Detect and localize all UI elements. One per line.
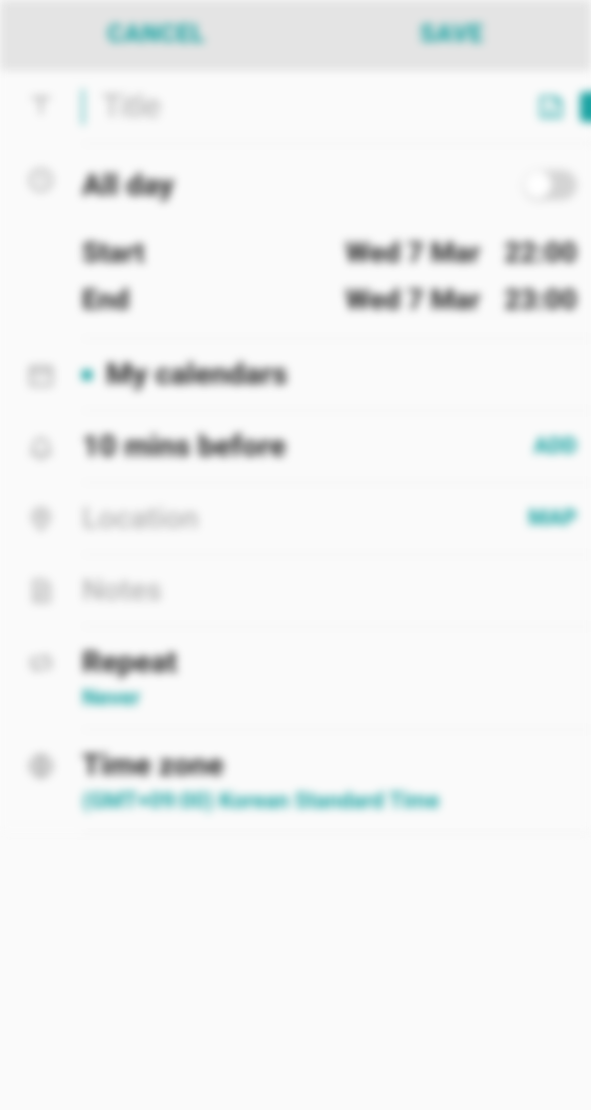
- allday-label: All day: [82, 168, 174, 203]
- add-reminder-button[interactable]: ADD: [534, 434, 577, 459]
- repeat-picker[interactable]: Repeat Never: [82, 627, 591, 730]
- color-swatch[interactable]: [580, 92, 591, 122]
- sticker-button[interactable]: [534, 90, 568, 124]
- timezone-label: Time zone: [82, 748, 224, 783]
- location-input[interactable]: Location: [82, 501, 198, 536]
- map-button[interactable]: MAP: [528, 506, 577, 531]
- calendar-picker[interactable]: My calendars: [82, 339, 591, 411]
- notes-input[interactable]: Notes: [82, 573, 162, 608]
- globe-icon: [27, 752, 55, 780]
- repeat-icon: [27, 649, 55, 677]
- start-date: Wed 7 Mar: [345, 236, 480, 269]
- timezone-value: (GMT+09:00) Korean Standard Time: [82, 789, 439, 814]
- calendar-color-dot: [82, 370, 92, 380]
- header-bar: CANCEL SAVE: [0, 0, 591, 70]
- cancel-button[interactable]: CANCEL: [107, 20, 205, 49]
- text-icon: [27, 92, 55, 120]
- end-date: Wed 7 Mar: [345, 283, 480, 316]
- allday-toggle[interactable]: [523, 170, 577, 200]
- calendar-name: My calendars: [106, 357, 287, 392]
- text-cursor: [82, 89, 84, 125]
- end-row[interactable]: End Wed 7 Mar 23:00: [82, 279, 577, 320]
- sticker-icon: [536, 92, 566, 122]
- repeat-label: Repeat: [82, 645, 177, 680]
- bell-icon: [27, 433, 55, 461]
- clock-icon: [27, 166, 55, 194]
- notes-icon: [27, 577, 55, 605]
- calendar-icon: [27, 361, 55, 389]
- start-time: 22:00: [504, 236, 577, 269]
- start-row[interactable]: Start Wed 7 Mar 22:00: [82, 232, 577, 273]
- title-input[interactable]: [102, 88, 522, 125]
- timezone-picker[interactable]: Time zone (GMT+09:00) Korean Standard Ti…: [82, 730, 591, 833]
- start-label: Start: [82, 236, 345, 269]
- reminder-text[interactable]: 10 mins before: [82, 429, 286, 464]
- location-pin-icon: [27, 505, 55, 533]
- repeat-value: Never: [82, 686, 140, 711]
- end-time: 23:00: [504, 283, 577, 316]
- toggle-knob: [524, 171, 552, 199]
- end-label: End: [82, 283, 345, 316]
- save-button[interactable]: SAVE: [420, 20, 484, 49]
